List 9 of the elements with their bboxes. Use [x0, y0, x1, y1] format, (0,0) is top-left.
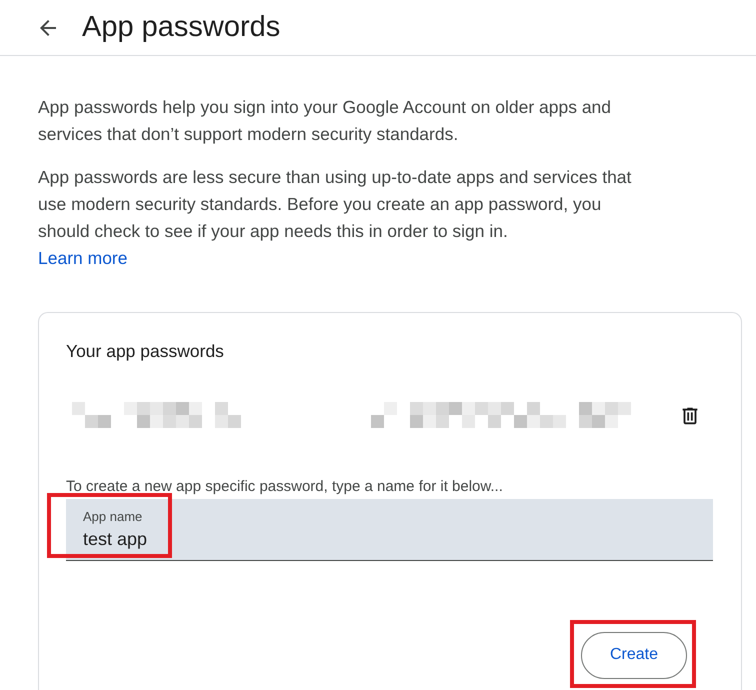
learn-more-link[interactable]: Learn more [38, 248, 128, 268]
app-name-field[interactable]: App name test app [66, 498, 713, 560]
instruction-text: To create a new app specific password, type a name for it below... [66, 477, 504, 497]
card-title: Your app passwords [66, 341, 225, 362]
intro-paragraph: App passwords are less secure than using up-to-date apps and services that use modern security standards. Before you create an app password, you should check to see if your app needs this in order to sign in. [38, 166, 632, 243]
create-button[interactable]: Create [581, 632, 687, 678]
intro-paragraph: App passwords help you sign into your Google Account on older apps and services that don’t support modern security standards. [38, 96, 612, 146]
app-name-input[interactable]: test app [83, 526, 696, 553]
page-title: App passwords [82, 10, 280, 45]
